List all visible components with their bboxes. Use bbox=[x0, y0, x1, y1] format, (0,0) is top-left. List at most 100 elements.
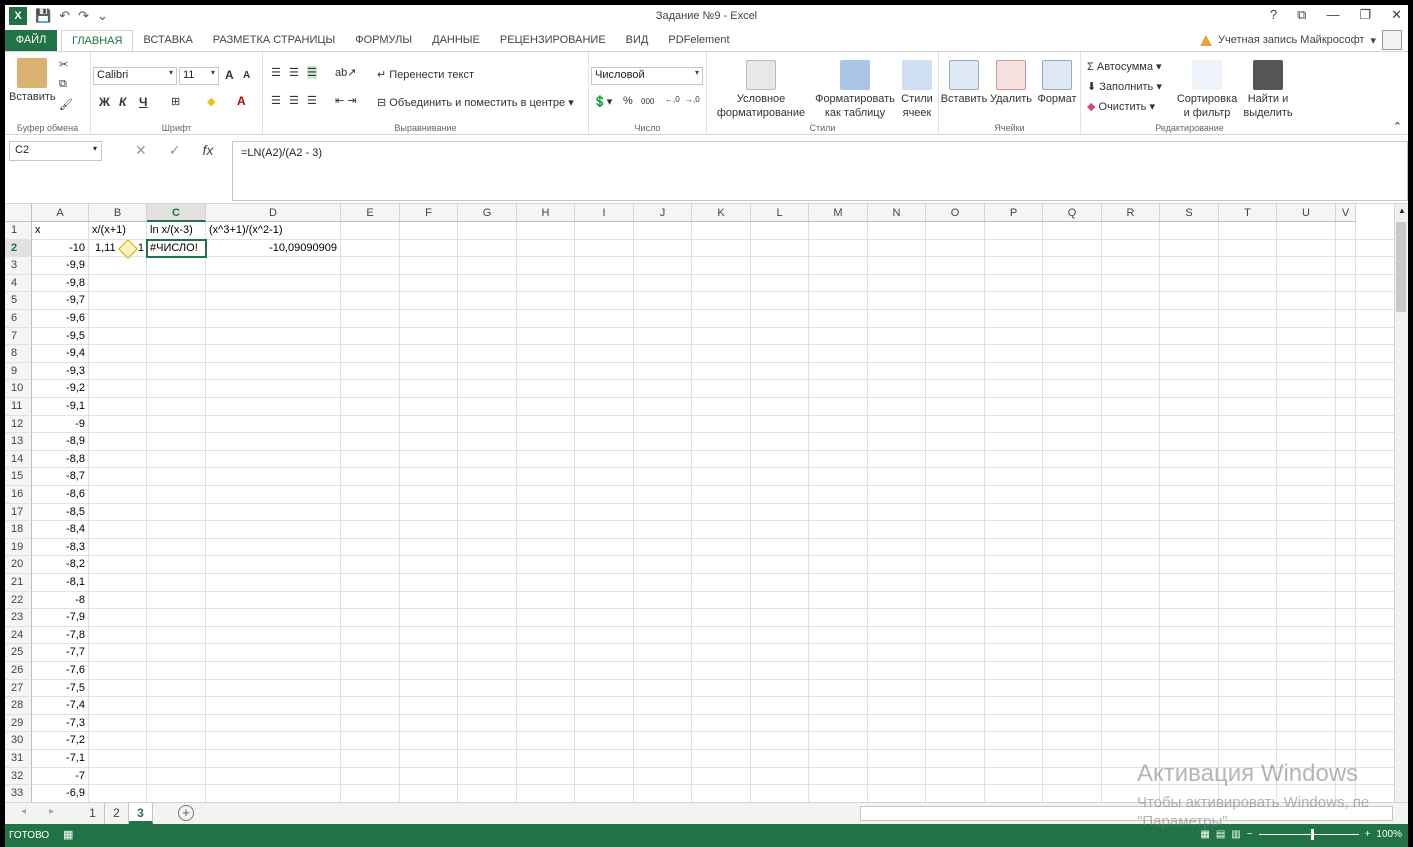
zoom-level[interactable]: 100% bbox=[1376, 829, 1402, 840]
column-header-s[interactable]: S bbox=[1160, 204, 1219, 222]
column-header-i[interactable]: I bbox=[575, 204, 634, 222]
align-right-icon[interactable]: ☰ bbox=[307, 94, 317, 107]
row-header[interactable]: 15 bbox=[5, 468, 32, 486]
row-header[interactable]: 22 bbox=[5, 591, 32, 610]
clear-button[interactable]: ◆ Очистить ▾ bbox=[1087, 100, 1155, 113]
sheet-tab-1[interactable]: 1 bbox=[81, 803, 105, 824]
row-header[interactable]: 13 bbox=[5, 433, 32, 451]
column-header-v[interactable]: V bbox=[1336, 204, 1356, 222]
help-button[interactable]: ? bbox=[1270, 7, 1277, 23]
column-header-j[interactable]: J bbox=[634, 204, 692, 222]
conditional-formatting-button[interactable]: Условное форматирование bbox=[711, 60, 811, 120]
cell-a22[interactable]: -8 bbox=[32, 591, 89, 610]
row-header[interactable]: 28 bbox=[5, 697, 32, 715]
borders-icon[interactable]: ⊞ bbox=[171, 95, 180, 108]
cell-a29[interactable]: -7,3 bbox=[32, 714, 89, 733]
close-button[interactable]: ✕ bbox=[1391, 7, 1402, 23]
column-header-l[interactable]: L bbox=[751, 204, 809, 222]
restore-button[interactable]: ❐ bbox=[1359, 7, 1371, 23]
align-top-icon[interactable]: ☰ bbox=[271, 66, 281, 79]
column-header-a[interactable]: A bbox=[32, 204, 89, 222]
copy-icon[interactable]: ⧉ bbox=[59, 78, 67, 91]
increase-decimal-icon[interactable]: ←,0 bbox=[665, 95, 680, 104]
paste-button[interactable]: Вставить bbox=[9, 58, 56, 104]
cell-c1[interactable]: ln x/(x-3) bbox=[147, 222, 206, 240]
cut-icon[interactable]: ✂ bbox=[59, 58, 68, 71]
row-header[interactable]: 10 bbox=[5, 380, 32, 398]
next-sheet-icon[interactable]: ▸ bbox=[49, 806, 54, 817]
zoom-slider[interactable] bbox=[1258, 829, 1359, 840]
tab-formulas[interactable]: ФОРМУЛЫ bbox=[345, 30, 422, 52]
align-center-icon[interactable]: ☰ bbox=[289, 94, 299, 107]
merge-center-button[interactable]: ⊟ Объединить и поместить в центре ▾ bbox=[377, 96, 574, 109]
cell-a33[interactable]: -6,9 bbox=[32, 785, 89, 803]
sort-filter-button[interactable]: Сортировка и фильтр bbox=[1175, 60, 1239, 120]
cell-a1[interactable]: x bbox=[32, 222, 89, 240]
row-header[interactable]: 29 bbox=[5, 714, 32, 733]
row-header[interactable]: 7 bbox=[5, 327, 32, 346]
cell-a27[interactable]: -7,5 bbox=[32, 679, 89, 698]
sheet-tab-3[interactable]: 3 bbox=[129, 803, 153, 824]
cell-a9[interactable]: -9,3 bbox=[32, 362, 89, 381]
column-header-k[interactable]: K bbox=[692, 204, 751, 222]
tab-review[interactable]: РЕЦЕНЗИРОВАНИЕ bbox=[490, 30, 616, 52]
sheet-tab-2[interactable]: 2 bbox=[105, 803, 129, 824]
row-header[interactable]: 4 bbox=[5, 274, 32, 293]
page-break-view-icon[interactable]: ▥ bbox=[1231, 829, 1240, 840]
cell-a15[interactable]: -8,7 bbox=[32, 468, 89, 486]
format-as-table-button[interactable]: Форматировать как таблицу bbox=[811, 60, 899, 120]
tab-view[interactable]: ВИД bbox=[616, 30, 659, 52]
row-header[interactable]: 26 bbox=[5, 662, 32, 680]
avatar[interactable] bbox=[1382, 30, 1402, 50]
cell-a11[interactable]: -9,1 bbox=[32, 398, 89, 416]
cell-a19[interactable]: -8,3 bbox=[32, 538, 89, 557]
number-format-select[interactable]: Числовой ▾ bbox=[591, 67, 703, 85]
cell-a2[interactable]: -10 bbox=[32, 239, 89, 258]
cell-a10[interactable]: -9,2 bbox=[32, 380, 89, 398]
column-header-p[interactable]: P bbox=[985, 204, 1043, 222]
zoom-in-icon[interactable]: + bbox=[1365, 829, 1371, 840]
row-header[interactable]: 19 bbox=[5, 538, 32, 557]
format-cells-button[interactable]: Формат bbox=[1035, 60, 1079, 106]
row-header[interactable]: 27 bbox=[5, 679, 32, 698]
prev-sheet-icon[interactable]: ◂ bbox=[21, 806, 26, 817]
percent-button[interactable]: % bbox=[623, 95, 633, 107]
page-layout-view-icon[interactable]: ▤ bbox=[1216, 829, 1225, 840]
wrap-text-button[interactable]: ↵ Перенести текст bbox=[377, 68, 474, 81]
cancel-icon[interactable]: ✕ bbox=[135, 142, 147, 159]
thousands-button[interactable]: 000 bbox=[641, 97, 654, 106]
orientation-icon[interactable]: ab↗ bbox=[335, 66, 356, 79]
cell-a28[interactable]: -7,4 bbox=[32, 697, 89, 715]
column-header-f[interactable]: F bbox=[400, 204, 458, 222]
bold-button[interactable]: Ж bbox=[99, 95, 110, 109]
row-header[interactable]: 23 bbox=[5, 609, 32, 627]
cell-a14[interactable]: -8,8 bbox=[32, 450, 89, 469]
font-color-button[interactable]: A bbox=[237, 94, 246, 108]
scroll-up-icon[interactable]: ▲ bbox=[1398, 206, 1406, 215]
cell-a12[interactable]: -9 bbox=[32, 415, 89, 434]
add-sheet-button[interactable]: + bbox=[178, 805, 194, 821]
row-header[interactable]: 14 bbox=[5, 450, 32, 469]
row-header[interactable]: 12 bbox=[5, 415, 32, 434]
cell-a31[interactable]: -7,1 bbox=[32, 750, 89, 768]
tab-page-layout[interactable]: РАЗМЕТКА СТРАНИЦЫ bbox=[203, 30, 345, 52]
autosum-button[interactable]: Σ Автосумма ▾ bbox=[1087, 60, 1162, 73]
cell-d2[interactable]: -10,09090909 bbox=[206, 239, 341, 258]
tab-home[interactable]: ГЛАВНАЯ bbox=[61, 30, 134, 52]
name-box[interactable]: C2 ▾ bbox=[9, 141, 102, 161]
cell-styles-button[interactable]: Стили ячеек bbox=[897, 60, 937, 120]
macro-record-icon[interactable]: ▦ bbox=[63, 828, 73, 841]
cell-a21[interactable]: -8,1 bbox=[32, 574, 89, 592]
column-header-m[interactable]: M bbox=[809, 204, 868, 222]
row-header[interactable]: 16 bbox=[5, 486, 32, 504]
cell-a18[interactable]: -8,4 bbox=[32, 521, 89, 539]
row-header[interactable]: 9 bbox=[5, 362, 32, 381]
row-header[interactable]: 1 bbox=[5, 222, 32, 240]
row-header[interactable]: 30 bbox=[5, 732, 32, 750]
tab-insert[interactable]: ВСТАВКА bbox=[133, 30, 202, 52]
format-painter-icon[interactable]: 🖌 bbox=[59, 98, 73, 111]
cell-a20[interactable]: -8,2 bbox=[32, 556, 89, 574]
collapse-ribbon-icon[interactable]: ⌃ bbox=[1393, 120, 1402, 133]
cell-a7[interactable]: -9,5 bbox=[32, 327, 89, 346]
column-header-b[interactable]: B bbox=[89, 204, 147, 222]
